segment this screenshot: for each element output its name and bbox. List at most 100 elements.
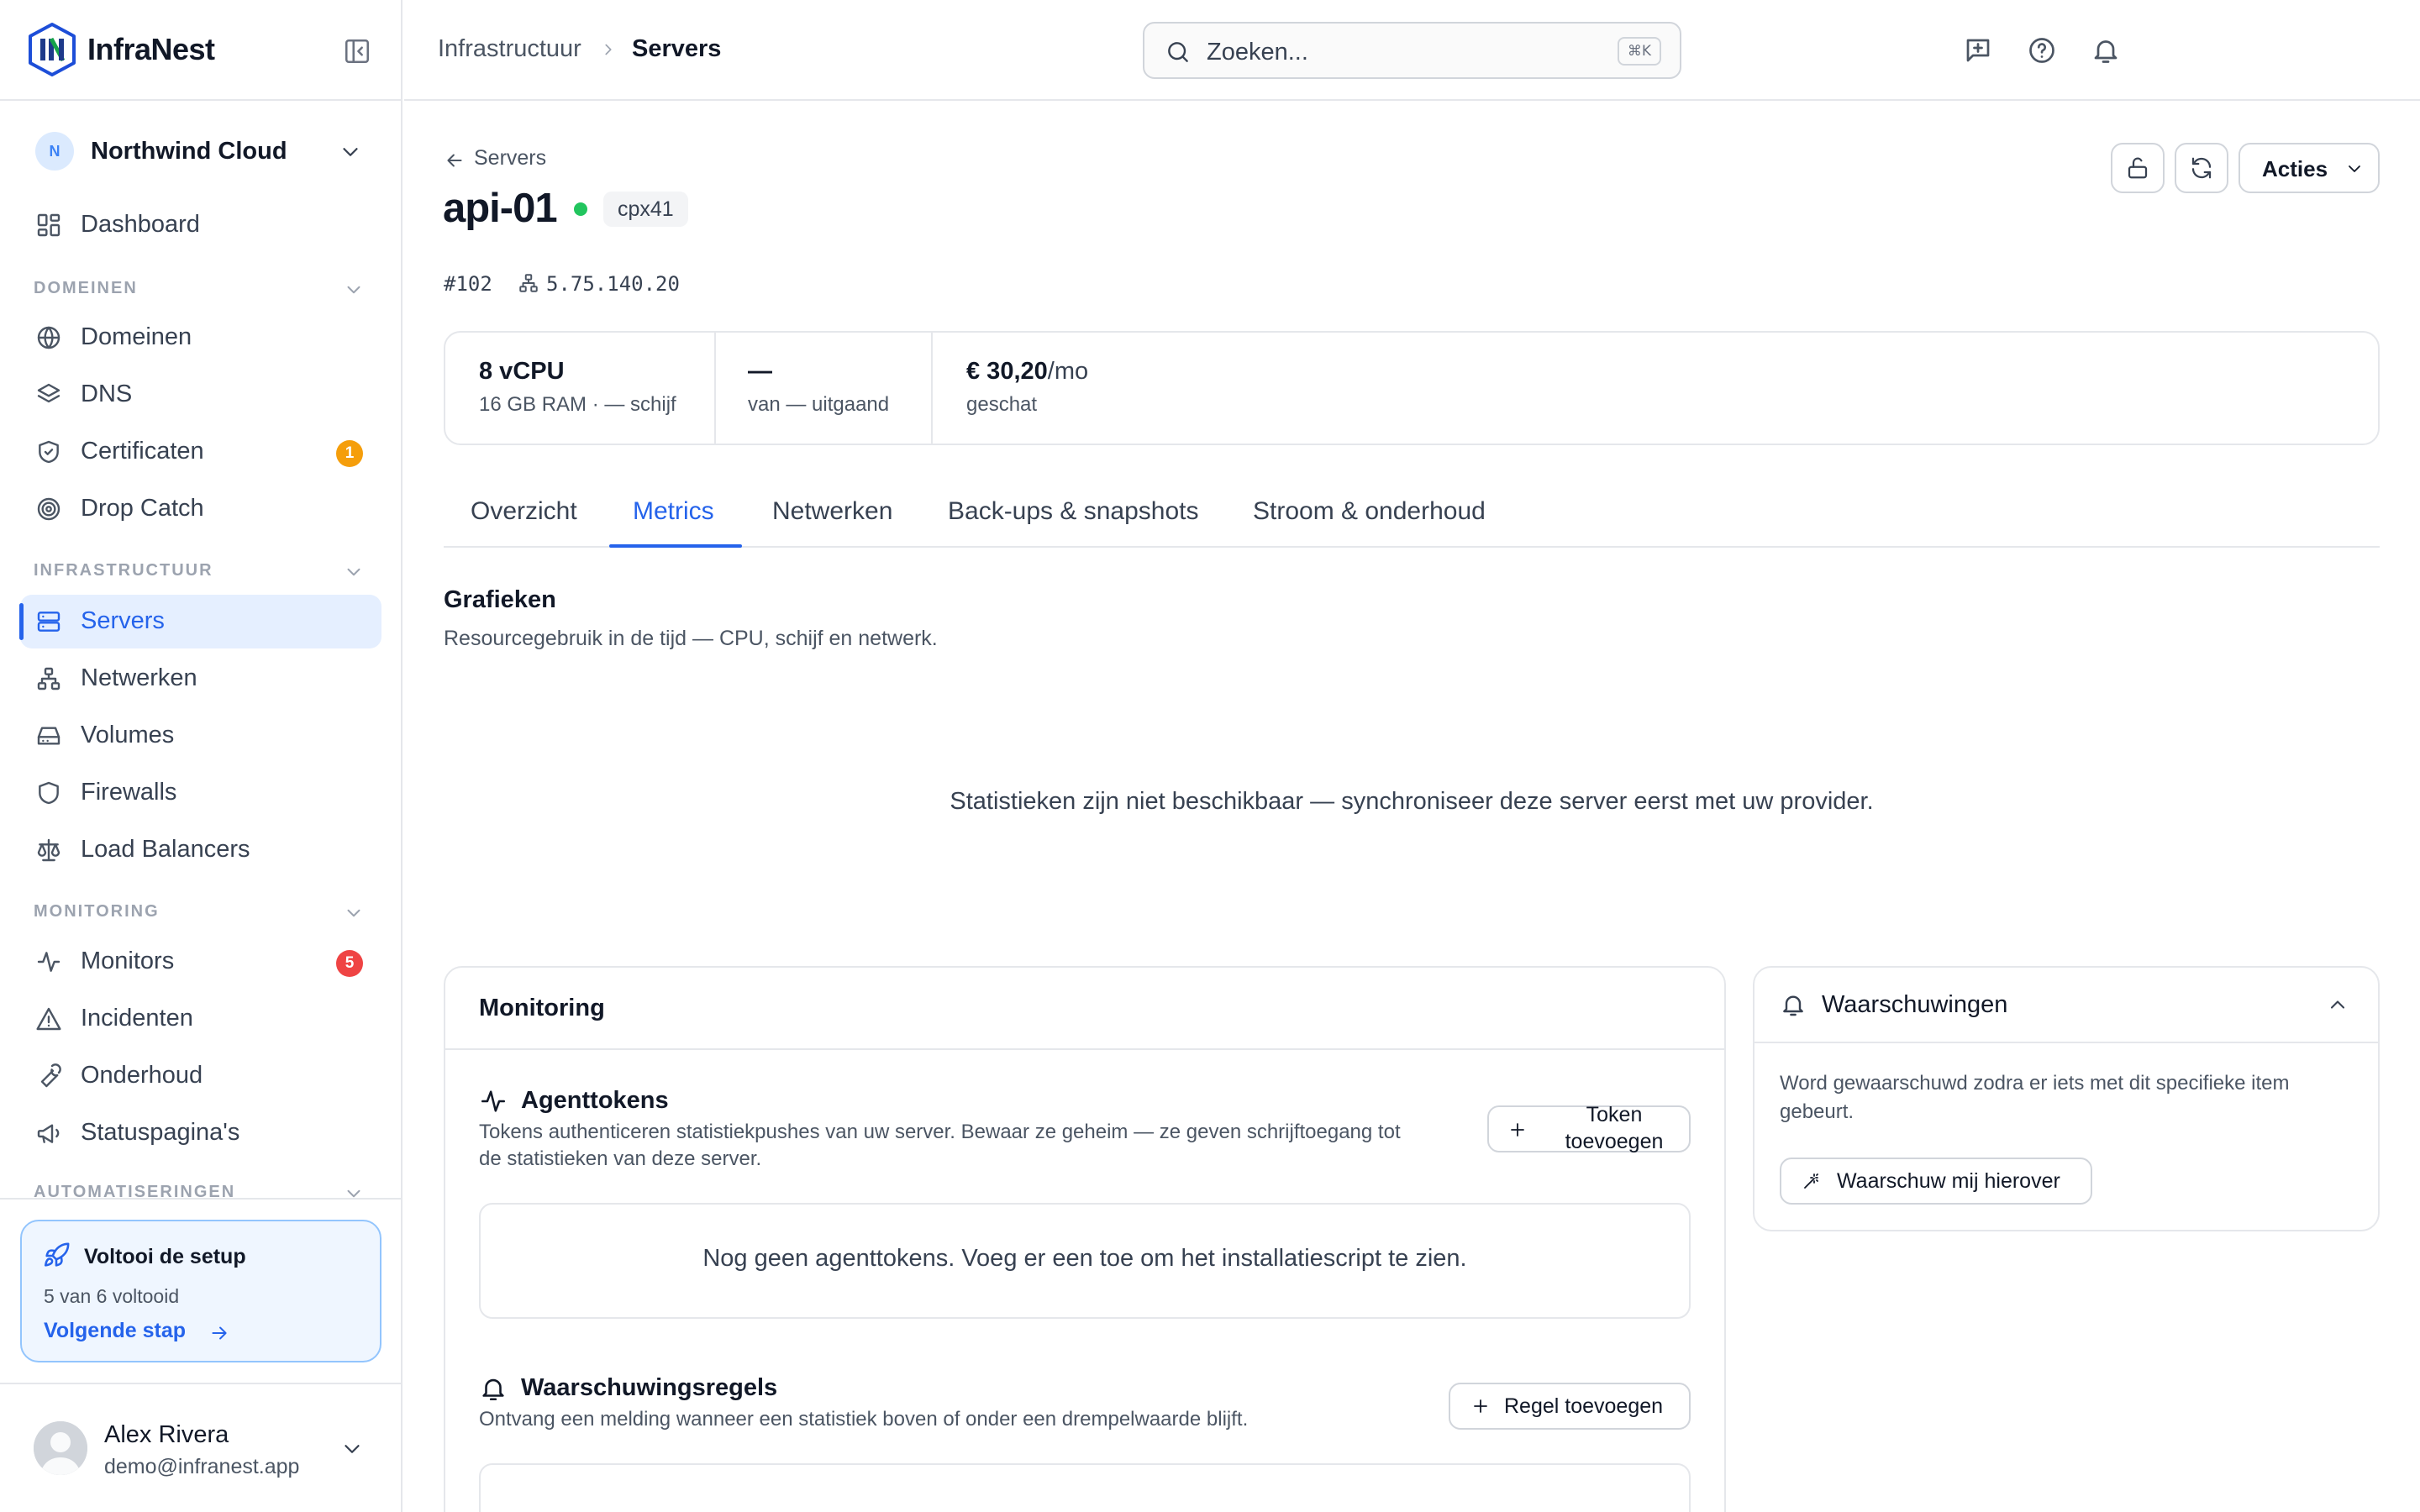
setup-progress-card[interactable]: Voltooi de setup 5 van 6 voltooid Volgen… — [20, 1220, 381, 1362]
feedback-icon[interactable] — [1963, 35, 1993, 66]
breadcrumb-infrastructuur[interactable]: Infrastructuur — [438, 35, 581, 63]
add-token-label-line-2: toevoegen — [1565, 1130, 1664, 1153]
tab-overzicht[interactable]: Overzicht — [471, 497, 577, 526]
sidebar-item-load-balancers[interactable]: Load Balancers — [20, 823, 381, 877]
spec-compute: 8 vCPU 16 GB RAM · — schijf — [445, 333, 714, 444]
chevron-down-icon[interactable] — [343, 279, 365, 301]
spec-unit: /mo — [1047, 358, 1089, 385]
spec-label: 16 GB RAM · — schijf — [479, 393, 676, 416]
spec-label: van — uitgaand — [748, 393, 890, 416]
sidebar-item-servers[interactable]: Servers — [19, 595, 381, 648]
server-icon — [37, 612, 60, 632]
sidebar-item-volumes[interactable]: Volumes — [20, 709, 381, 763]
server-id: #102 — [444, 272, 492, 296]
tab-stroom-onderhoud[interactable]: Stroom & onderhoud — [1253, 497, 1486, 526]
chevron-down-icon — [2349, 165, 2360, 172]
user-name: Alex Rivera — [104, 1421, 229, 1448]
warnings-header[interactable]: Waarschuwingen — [1754, 968, 2378, 1043]
back-link-label: Servers — [474, 146, 547, 170]
sidebar-item-dns[interactable]: DNS — [20, 368, 381, 422]
globe-icon — [37, 326, 60, 349]
search-placeholder: Zoeken... — [1207, 39, 1308, 66]
chevron-down-icon[interactable] — [343, 561, 365, 583]
network-icon — [519, 274, 538, 292]
search-input[interactable]: Zoeken... ⌘K — [1143, 22, 1681, 79]
sidebar-item-drop-catch[interactable]: Drop Catch — [20, 482, 381, 536]
spec-cost: € 30,20/mo geschat — [933, 333, 1269, 444]
notify-me-label: Waarschuw mij hierover — [1837, 1169, 2060, 1193]
search-shortcut: ⌘K — [1617, 37, 1661, 66]
tab-metrics[interactable]: Metrics — [633, 497, 714, 526]
add-rule-label: Regel toevoegen — [1504, 1394, 1664, 1418]
sidebar-collapse-icon[interactable] — [343, 37, 371, 66]
notify-me-button[interactable]: Waarschuw mij hierover — [1780, 1158, 2092, 1205]
bell-icon — [1783, 995, 1803, 1016]
chevron-down-icon[interactable] — [343, 902, 365, 924]
sidebar: InfraNest N Northwind Cloud Dashboard DO… — [0, 0, 402, 1512]
warnings-desc-line-2: gebeurt. — [1780, 1100, 1854, 1123]
refresh-button[interactable] — [2175, 143, 2228, 193]
unlock-icon — [2128, 157, 2148, 179]
arrow-right-icon — [212, 1326, 227, 1340]
chevron-down-icon[interactable] — [343, 1183, 365, 1200]
add-rule-button[interactable]: Regel toevoegen — [1449, 1383, 1691, 1430]
target-icon — [37, 497, 60, 521]
sidebar-item-monitors[interactable]: Monitors 5 — [20, 935, 381, 989]
chevron-down-icon — [343, 148, 358, 156]
certificaten-count-badge: 1 — [336, 440, 363, 467]
network-icon — [37, 667, 60, 690]
activity-icon — [481, 1090, 506, 1112]
spec-label: geschat — [966, 393, 1038, 416]
sidebar-item-onderhoud[interactable]: Onderhoud — [20, 1049, 381, 1103]
sidebar-item-dashboard[interactable]: Dashboard — [20, 198, 381, 252]
tab-netwerken[interactable]: Netwerken — [772, 497, 892, 526]
chevron-right-icon — [605, 44, 612, 55]
help-circle-icon[interactable] — [2027, 35, 2057, 66]
rocket-icon — [44, 1242, 70, 1267]
user-menu[interactable]: Alex Rivera demo@infranest.app — [0, 1383, 402, 1512]
topbar: Infrastructuur Servers Zoeken... ⌘K — [404, 0, 2420, 101]
chevron-down-icon — [345, 1445, 360, 1453]
sidebar-item-label: Volumes — [81, 722, 175, 748]
sidebar-item-incidenten[interactable]: Incidenten — [20, 992, 381, 1046]
actions-dropdown[interactable]: Acties — [2238, 143, 2380, 193]
setup-title: Voltooi de setup — [84, 1245, 246, 1268]
shield-icon — [39, 781, 59, 805]
tab-back-ups[interactable]: Back-ups & snapshots — [948, 497, 1199, 526]
sidebar-item-netwerken[interactable]: Netwerken — [20, 652, 381, 706]
sidebar-item-domeinen[interactable]: Domeinen — [20, 311, 381, 365]
warnings-panel: Waarschuwingen Word gewaarschuwd zodra e… — [1753, 966, 2380, 1231]
spec-value: — — [748, 358, 772, 385]
agent-tokens-desc-line-1: Tokens authenticeren statistiekpushes va… — [479, 1121, 1401, 1143]
sidebar-item-label: Domeinen — [81, 323, 192, 350]
search-icon — [1168, 42, 1188, 62]
section-label-automatiseringen: AUTOMATISERINGEN — [34, 1183, 236, 1200]
shield-check-icon — [39, 440, 59, 464]
arrow-left-icon — [447, 154, 462, 167]
lock-button[interactable] — [2111, 143, 2165, 193]
chevron-up-icon[interactable] — [2326, 993, 2349, 1016]
server-type-badge: cpx41 — [603, 192, 688, 227]
add-token-button[interactable]: Token toevoegen — [1487, 1103, 1691, 1153]
plus-icon — [1511, 1123, 1524, 1137]
sidebar-item-firewalls[interactable]: Firewalls — [20, 766, 381, 820]
alert-rules-desc: Ontvang een melding wanneer een statisti… — [479, 1408, 1249, 1431]
sidebar-item-label: Drop Catch — [81, 495, 204, 522]
dashboard-icon — [37, 213, 60, 237]
setup-next-step-link[interactable]: Volgende stap — [44, 1319, 186, 1343]
bell-icon[interactable] — [2091, 35, 2121, 66]
org-switcher[interactable]: N Northwind Cloud — [27, 128, 380, 176]
sidebar-item-label: Firewalls — [81, 779, 177, 806]
sidebar-item-label: Certificaten — [81, 438, 204, 465]
bell-icon — [482, 1378, 504, 1401]
monitoring-panel: Monitoring Agenttokens Tokens authentice… — [444, 966, 1726, 1512]
sidebar-item-certificaten[interactable]: Certificaten 1 — [20, 425, 381, 479]
warnings-desc-line-1: Word gewaarschuwd zodra er iets met dit … — [1780, 1072, 2290, 1095]
status-indicator — [574, 202, 587, 216]
sidebar-item-label: Statuspagina's — [81, 1119, 240, 1146]
megaphone-icon — [37, 1124, 60, 1143]
agent-tokens-title: Agenttokens — [521, 1087, 669, 1114]
user-email: demo@infranest.app — [104, 1455, 300, 1478]
sidebar-item-statuspaginas[interactable]: Statuspagina's — [20, 1106, 381, 1160]
breadcrumb-servers: Servers — [632, 35, 722, 62]
